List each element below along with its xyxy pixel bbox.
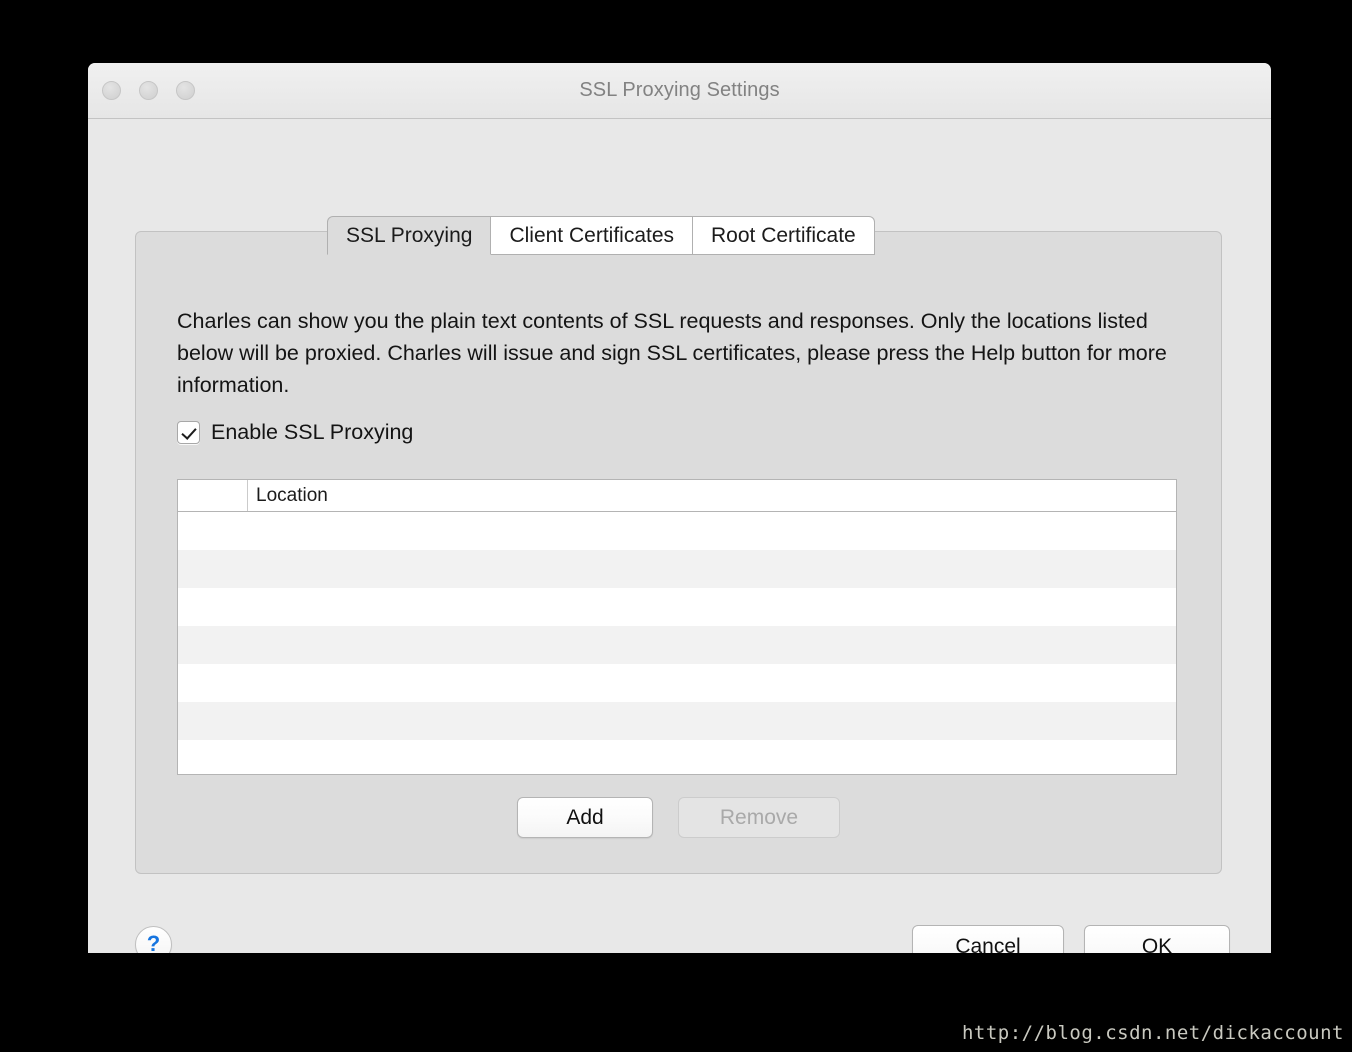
remove-button[interactable]: Remove xyxy=(678,797,840,838)
locations-table[interactable]: Location xyxy=(177,479,1177,775)
footer-buttons: Cancel OK xyxy=(912,925,1230,953)
enable-ssl-proxying-checkbox[interactable] xyxy=(177,421,200,444)
table-row[interactable] xyxy=(178,588,1176,626)
window-title: SSL Proxying Settings xyxy=(579,79,780,101)
table-row[interactable] xyxy=(178,702,1176,740)
zoom-button[interactable] xyxy=(176,81,195,100)
table-row[interactable] xyxy=(178,512,1176,550)
enable-ssl-proxying-row[interactable]: Enable SSL Proxying xyxy=(177,420,413,445)
cancel-button[interactable]: Cancel xyxy=(912,925,1064,953)
close-button[interactable] xyxy=(102,81,121,100)
add-button[interactable]: Add xyxy=(517,797,653,838)
table-header-row: Location xyxy=(178,480,1176,512)
tab-ssl-proxying[interactable]: SSL Proxying xyxy=(327,216,492,255)
table-row[interactable] xyxy=(178,550,1176,588)
table-row[interactable] xyxy=(178,626,1176,664)
watermark-text: http://blog.csdn.net/dickaccount xyxy=(961,1022,1344,1044)
table-body[interactable] xyxy=(178,512,1176,774)
dialog-body: Charles can show you the plain text cont… xyxy=(88,119,1271,953)
title-bar: SSL Proxying Settings xyxy=(88,63,1271,119)
ok-button[interactable]: OK xyxy=(1084,925,1230,953)
column-header-enabled[interactable] xyxy=(178,480,248,511)
tab-root-certificate[interactable]: Root Certificate xyxy=(693,216,875,255)
column-header-location[interactable]: Location xyxy=(248,480,1176,511)
ssl-proxying-settings-window: SSL Proxying Settings Charles can show y… xyxy=(88,63,1271,953)
description-text: Charles can show you the plain text cont… xyxy=(177,309,1167,397)
table-row[interactable] xyxy=(178,664,1176,702)
tab-client-certificates[interactable]: Client Certificates xyxy=(491,216,694,255)
enable-ssl-proxying-label: Enable SSL Proxying xyxy=(211,420,414,444)
table-row[interactable] xyxy=(178,740,1176,774)
minimize-button[interactable] xyxy=(139,81,158,100)
list-action-buttons: Add Remove xyxy=(136,797,1221,838)
window-controls xyxy=(102,81,195,100)
help-button[interactable]: ? xyxy=(135,926,172,953)
tab-strip: SSL Proxying Client Certificates Root Ce… xyxy=(327,216,875,255)
tab-content-panel: Charles can show you the plain text cont… xyxy=(135,231,1222,874)
